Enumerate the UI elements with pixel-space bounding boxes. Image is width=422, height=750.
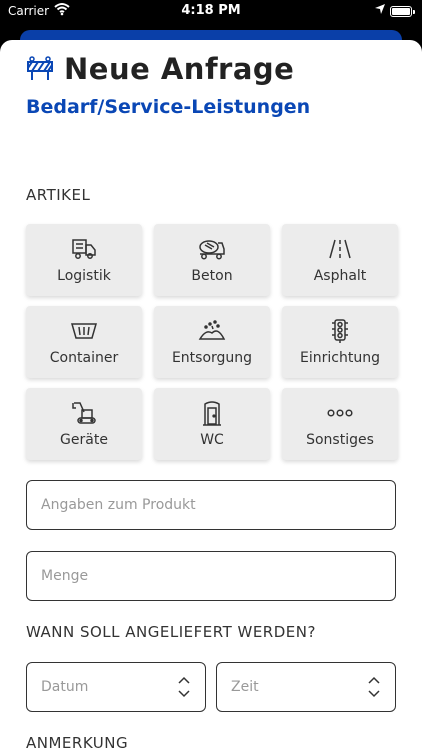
tile-label: Asphalt: [313, 268, 367, 284]
location-arrow-icon: [374, 3, 386, 19]
date-picker[interactable]: Datum: [26, 662, 206, 712]
tile-label: WC: [200, 432, 224, 448]
tile-label: Geräte: [60, 432, 108, 448]
tile-geraete[interactable]: Geräte: [26, 388, 142, 460]
page-subtitle: Bedarf/Service-Leistungen: [26, 96, 311, 118]
concrete-mixer-icon: [198, 236, 226, 262]
quantity-placeholder: Menge: [41, 568, 89, 584]
tile-sonstiges[interactable]: Sonstiges: [282, 388, 398, 460]
chevron-up-down-icon: [367, 676, 381, 698]
waste-disposal-icon: [198, 318, 226, 344]
section-delivery-time: WANN SOLL ANGELIEFERT WERDEN?: [26, 623, 316, 641]
tile-label: Beton: [191, 268, 233, 284]
construction-barrier-icon: [27, 56, 53, 80]
battery-icon: [390, 6, 415, 17]
tile-label: Logistik: [57, 268, 111, 284]
chevron-up-down-icon: [177, 676, 191, 698]
section-artikel-label: ARTIKEL: [26, 186, 91, 204]
tile-entsorgung[interactable]: Entsorgung: [154, 306, 270, 378]
quantity-input[interactable]: Menge: [26, 551, 396, 601]
tile-wc[interactable]: WC: [154, 388, 270, 460]
container-icon: [70, 318, 98, 344]
page-title: Neue Anfrage: [64, 52, 295, 86]
truck-icon: [71, 236, 97, 262]
tile-einrichtung[interactable]: Einrichtung: [282, 306, 398, 378]
more-icon: [326, 400, 354, 426]
toilet-door-icon: [201, 400, 223, 426]
section-anmerkung: ANMERKUNG: [26, 734, 129, 750]
tile-label: Einrichtung: [300, 350, 380, 366]
tile-label: Sonstiges: [306, 432, 374, 448]
road-icon: [327, 236, 353, 262]
clock: 4:18 PM: [181, 3, 241, 18]
tile-logistik[interactable]: Logistik: [26, 224, 142, 296]
tile-label: Container: [49, 350, 119, 366]
excavator-icon: [70, 400, 98, 426]
title-row: Neue Anfrage: [26, 52, 294, 86]
time-placeholder: Zeit: [231, 679, 259, 695]
tile-container[interactable]: Container: [26, 306, 142, 378]
tile-label: Entsorgung: [171, 350, 253, 366]
traffic-light-icon: [329, 318, 351, 344]
time-picker[interactable]: Zeit: [216, 662, 396, 712]
product-details-placeholder: Angaben zum Produkt: [41, 497, 196, 513]
tile-asphalt[interactable]: Asphalt: [282, 224, 398, 296]
status-bar: Carrier 4:18 PM: [0, 0, 422, 24]
product-details-input[interactable]: Angaben zum Produkt: [26, 480, 396, 530]
tile-beton[interactable]: Beton: [154, 224, 270, 296]
date-placeholder: Datum: [41, 679, 89, 695]
article-tile-grid: Logistik Beton Asphalt Container Entsorg…: [26, 224, 398, 460]
